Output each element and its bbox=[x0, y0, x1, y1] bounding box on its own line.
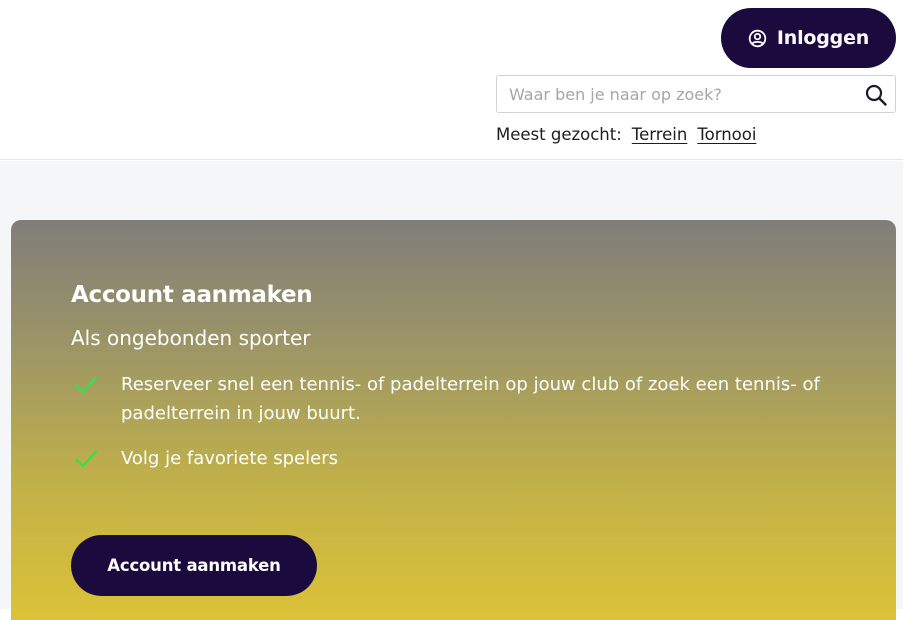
site-header: Inloggen Meest gezocht: Terrein Tornooi bbox=[0, 0, 903, 160]
benefit-item: Volg je favoriete spelers bbox=[71, 444, 851, 473]
check-icon bbox=[73, 448, 99, 470]
popular-searches-label: Meest gezocht: bbox=[496, 125, 622, 144]
benefit-text: Reserveer snel een tennis- of padelterre… bbox=[121, 374, 820, 424]
signup-card-title: Account aanmaken bbox=[71, 282, 313, 308]
search-icon[interactable] bbox=[864, 83, 888, 107]
create-account-button[interactable]: Account aanmaken bbox=[71, 535, 317, 596]
popular-searches: Meest gezocht: Terrein Tornooi bbox=[496, 125, 756, 144]
login-button[interactable]: Inloggen bbox=[721, 8, 896, 68]
signup-card: Account aanmaken Als ongebonden sporter … bbox=[11, 220, 896, 620]
benefit-item: Reserveer snel een tennis- of padelterre… bbox=[71, 370, 851, 428]
signup-card-subtitle: Als ongebonden sporter bbox=[71, 326, 311, 350]
search-box bbox=[496, 75, 896, 113]
check-icon bbox=[73, 374, 99, 396]
search-input[interactable] bbox=[497, 76, 857, 112]
popular-link-tornooi[interactable]: Tornooi bbox=[697, 125, 756, 144]
benefit-text: Volg je favoriete spelers bbox=[121, 448, 338, 469]
create-account-button-label: Account aanmaken bbox=[107, 556, 281, 575]
login-button-label: Inloggen bbox=[776, 27, 870, 49]
benefits-list: Reserveer snel een tennis- of padelterre… bbox=[71, 370, 851, 489]
popular-link-terrein[interactable]: Terrein bbox=[632, 125, 688, 144]
user-circle-icon bbox=[748, 29, 767, 48]
